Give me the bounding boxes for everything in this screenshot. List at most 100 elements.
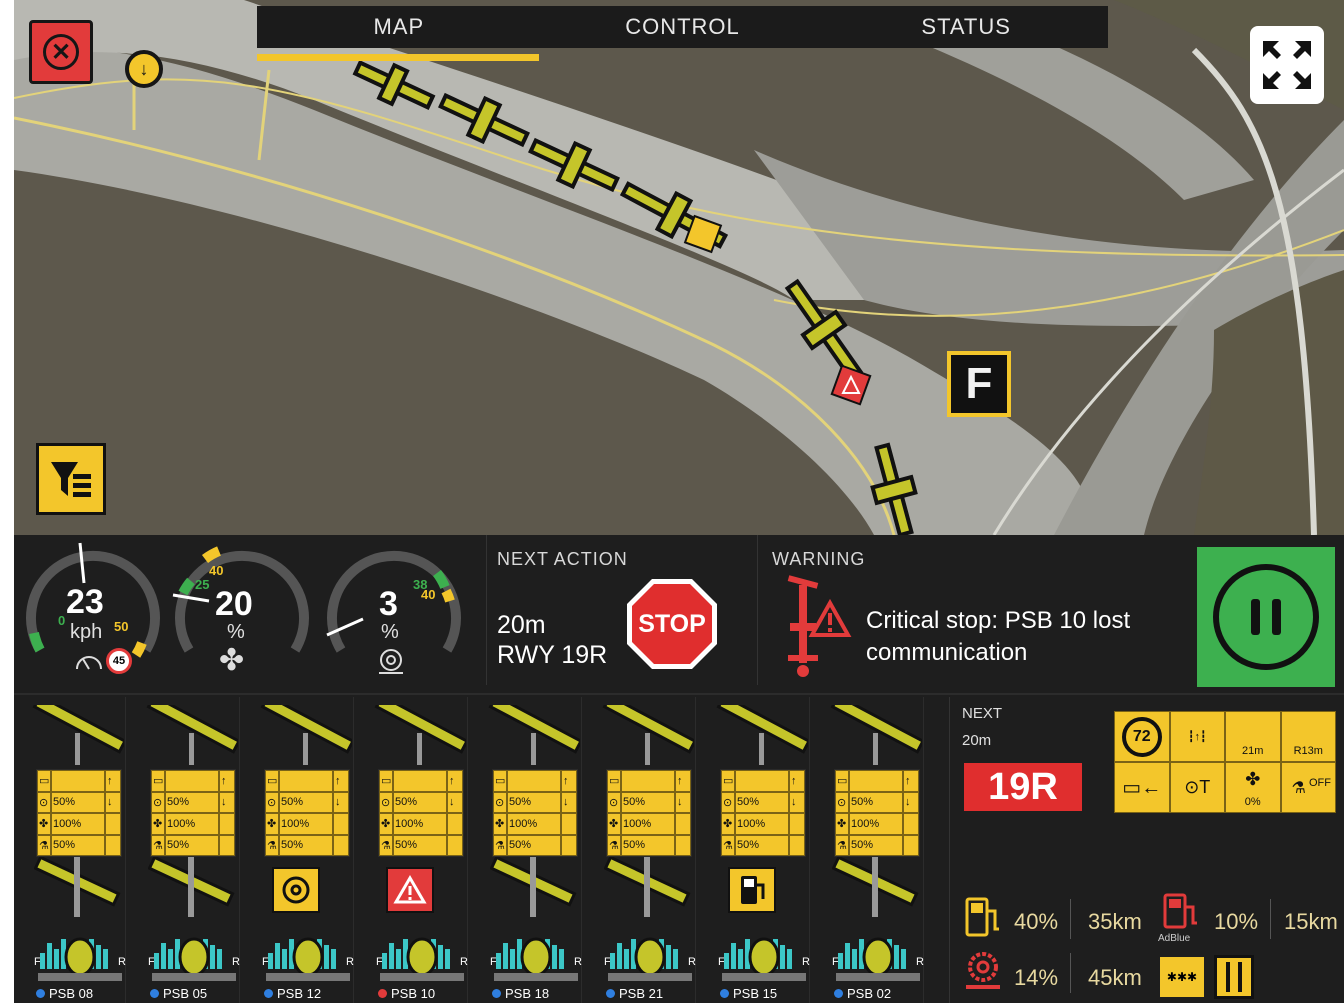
brush-icon: [379, 649, 403, 674]
battery-status-icon: F R: [832, 937, 924, 981]
brush-tilt-icon: ⊙T: [1169, 762, 1225, 813]
map-view[interactable]: ✕ ↓ MAP CONTROL STATUS F: [14, 0, 1344, 535]
close-button[interactable]: ✕: [29, 20, 93, 84]
zone-marker[interactable]: F: [947, 351, 1011, 417]
pause-icon: [1213, 564, 1319, 670]
speedometer-icon: [76, 656, 102, 670]
svg-text:F: F: [262, 956, 269, 968]
broom-icon: [832, 857, 919, 917]
unit-card[interactable]: ▭ ↑ ⊙ 50% ↓ ✤ 100% ⚗ 50% F R PSB 02: [812, 697, 924, 1003]
battery-status-icon: F R: [34, 937, 126, 981]
speed-limit-cell: 72: [1114, 711, 1170, 762]
convoy-mode-icon[interactable]: ✱✱✱: [1160, 957, 1204, 997]
runway-mode-icon[interactable]: [1214, 955, 1254, 999]
brush-high-label: 40: [421, 587, 436, 602]
broom-icon: [34, 857, 121, 917]
svg-text:R: R: [688, 956, 696, 968]
unit-card[interactable]: ▭ ↑ ⊙ 50% ↓ ✤ 100% ⚗ 50% F R PSB 18: [470, 697, 582, 1003]
svg-text:R: R: [916, 956, 924, 968]
unit-label: PSB 12: [264, 985, 354, 1001]
unit-card[interactable]: ▭ ↑ ⊙ 50% ↓ ✤ 100% ⚗ 50% F R PSB 15: [698, 697, 810, 1003]
parameter-table: ▭ ↑ ⊙ 50% ↓ ✤ 100% ⚗ 50%: [720, 769, 806, 857]
tab-map[interactable]: MAP: [257, 6, 541, 48]
svg-text:F: F: [148, 956, 155, 968]
filter-button[interactable]: [36, 443, 106, 515]
fuel-range: 35km: [1088, 909, 1142, 934]
broom-icon: [490, 857, 577, 917]
front-broom-icon: [32, 705, 124, 765]
speed-limit-icon: 45: [106, 648, 132, 674]
unit-card[interactable]: ▭ ↑ ⊙ 50% ↓ ✤ 100% ⚗ 50% F R PSB 10: [356, 697, 468, 1003]
fan-low-label: 25: [195, 577, 210, 592]
battery-status-icon: F R: [718, 937, 810, 981]
brush-value: 3: [379, 585, 398, 623]
unit-card[interactable]: ▭ ↑ ⊙ 50% ↓ ✤ 100% ⚗ 50% F R PSB 08: [14, 697, 126, 1003]
svg-text:F: F: [34, 956, 41, 968]
speed-unit: kph: [70, 621, 103, 643]
adblue-label: AdBlue: [1158, 933, 1191, 944]
tab-status[interactable]: STATUS: [824, 6, 1108, 48]
location-marker-icon[interactable]: ↓: [125, 50, 163, 88]
brush-wear-icon: [966, 952, 1000, 989]
map-canvas[interactable]: [14, 0, 1344, 535]
unit-card[interactable]: ▭ ↑ ⊙ 50% ↓ ✤ 100% ⚗ 50% F R PSB 12: [242, 697, 354, 1003]
unit-card[interactable]: ▭ ↑ ⊙ 50% ↓ ✤ 100% ⚗ 50% F R PSB 05: [128, 697, 240, 1003]
broom-rear-cell: R13m: [1280, 711, 1336, 762]
brush-wear-range: 45km: [1088, 965, 1142, 990]
close-icon: ✕: [43, 34, 79, 70]
unit-card[interactable]: ▭ ↑ ⊙ 50% ↓ ✤ 100% ⚗ 50% F R PSB 21: [584, 697, 696, 1003]
brush-unit: %: [381, 621, 399, 643]
next-distance: 20m: [962, 732, 992, 749]
speed-value: 23: [66, 583, 104, 621]
brush-gauge: 38 40 3 %: [319, 535, 469, 690]
broom-up-icon: ┇↑┇: [1169, 711, 1225, 762]
fuel-icon: [965, 897, 999, 937]
unit-label: PSB 21: [606, 985, 696, 1001]
tab-control[interactable]: CONTROL: [541, 6, 825, 48]
chemical-cell: ⚗ OFF: [1280, 762, 1336, 813]
svg-text:F: F: [376, 956, 383, 968]
unit-label: PSB 18: [492, 985, 582, 1001]
parameter-table: ▭ ↑ ⊙ 50% ↓ ✤ 100% ⚗ 50%: [150, 769, 236, 857]
svg-text:F: F: [718, 956, 725, 968]
dashboard: 23 kph 0 50 45 25 40 20 % ✤ 38 40 3 % NE…: [14, 535, 1344, 1003]
broom-distance-cell: 21m: [1225, 711, 1281, 762]
battery-status-icon: F R: [604, 937, 696, 981]
tab-bar: MAP CONTROL STATUS: [257, 6, 1108, 48]
fuel-icon: [728, 867, 776, 913]
unit-label: PSB 10: [378, 985, 468, 1001]
next-action-title: NEXT ACTION: [497, 549, 628, 569]
unit-label: PSB 02: [834, 985, 924, 1001]
connection-status-icon: [606, 988, 615, 998]
filter-icon: [51, 462, 91, 497]
next-title: NEXT: [962, 705, 1003, 722]
svg-text:R: R: [460, 956, 468, 968]
front-broom-icon: [260, 705, 352, 765]
units-row: ▭ ↑ ⊙ 50% ↓ ✤ 100% ⚗ 50% F R PSB 08 ▭ ↑ ⊙ 50% ↓: [14, 697, 1344, 1003]
svg-text:R: R: [118, 956, 126, 968]
battery-status-icon: F R: [148, 937, 240, 981]
fullscreen-icon: [1263, 41, 1311, 89]
brush-wear-percent: 14%: [1014, 965, 1059, 990]
fan-unit: %: [227, 621, 245, 643]
parameter-table: ▭ ↑ ⊙ 50% ↓ ✤ 100% ⚗ 50%: [606, 769, 692, 857]
active-tab-indicator: [257, 54, 539, 61]
pause-button[interactable]: [1197, 547, 1335, 687]
fuel-percent: 40%: [1014, 909, 1059, 934]
next-runway-panel: NEXT 20m 19R 72 ┇↑┇ 21m R13m ▭← ⊙T ✤ 0% ⚗…: [949, 697, 1344, 1003]
plow-direction-icon: ▭←: [1114, 762, 1170, 813]
parameter-table: ▭ ↑ ⊙ 50% ↓ ✤ 100% ⚗ 50%: [492, 769, 578, 857]
connection-status-icon: [834, 988, 843, 998]
fan-value: 20: [215, 585, 253, 623]
parameter-table: ▭ ↑ ⊙ 50% ↓ ✤ 100% ⚗ 50%: [264, 769, 350, 857]
front-broom-icon: [830, 705, 922, 765]
unit-label: PSB 15: [720, 985, 810, 1001]
front-broom-icon: [602, 705, 694, 765]
svg-text:R: R: [232, 956, 240, 968]
speed-min-label: 0: [58, 613, 66, 628]
connection-status-icon: [264, 988, 273, 998]
fan-gauge: 25 40 20 % ✤: [167, 535, 317, 690]
fullscreen-button[interactable]: [1250, 26, 1324, 104]
unit-label: PSB 08: [36, 985, 126, 1001]
unit-label: PSB 05: [150, 985, 240, 1001]
